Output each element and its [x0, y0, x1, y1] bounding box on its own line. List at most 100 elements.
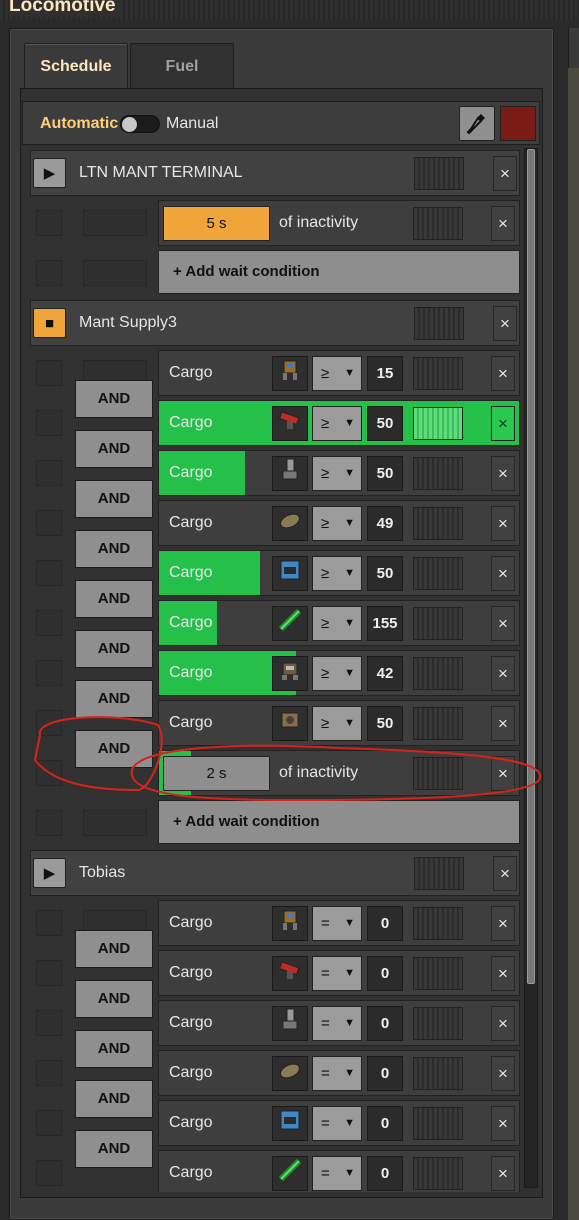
add-wait-condition-button[interactable]: + Add wait condition	[158, 250, 520, 294]
logistic-robot-icon[interactable]	[272, 906, 308, 941]
close-icon[interactable]: ×	[491, 906, 515, 941]
and-button[interactable]: AND	[75, 480, 153, 518]
close-icon[interactable]: ×	[491, 556, 515, 591]
construction-robot-icon[interactable]	[272, 656, 308, 691]
close-icon[interactable]: ×	[491, 456, 515, 491]
and-button[interactable]: AND	[75, 1130, 153, 1168]
cargo-label[interactable]: Cargo	[169, 514, 213, 532]
cargo-label[interactable]: Cargo	[169, 714, 213, 732]
count-value[interactable]: 0	[367, 1156, 403, 1191]
count-value[interactable]: 0	[367, 1106, 403, 1141]
window-titlebar[interactable]: Locomotive	[0, 0, 579, 20]
comparator-dropdown[interactable]: ≥ ▼	[312, 556, 362, 591]
count-value[interactable]: 49	[367, 506, 403, 541]
count-value[interactable]: 155	[367, 606, 403, 641]
scrollbar-thumb[interactable]	[527, 149, 535, 984]
cargo-label[interactable]: Cargo	[169, 464, 213, 482]
time-button[interactable]: 2 s	[163, 756, 270, 791]
comparator-dropdown[interactable]: = ▼	[312, 1106, 362, 1141]
cargo-label[interactable]: Cargo	[169, 614, 213, 632]
count-value[interactable]: 15	[367, 356, 403, 391]
cargo-label[interactable]: Cargo	[169, 364, 213, 382]
cargo-label[interactable]: Cargo	[169, 414, 213, 432]
chest-icon[interactable]	[272, 556, 308, 591]
play-icon[interactable]: ▶	[33, 858, 66, 888]
station-row[interactable]: ▶ Tobias ×	[30, 850, 520, 896]
and-button[interactable]: AND	[75, 630, 153, 668]
pipe-to-ground-icon[interactable]	[272, 456, 308, 491]
comparator-dropdown[interactable]: ≥ ▼	[312, 606, 362, 641]
comparator-dropdown[interactable]: = ▼	[312, 1156, 362, 1191]
close-icon[interactable]: ×	[491, 1006, 515, 1041]
count-value[interactable]: 42	[367, 656, 403, 691]
count-value[interactable]: 0	[367, 956, 403, 991]
and-button[interactable]: AND	[75, 1080, 153, 1118]
color-picker-icon[interactable]	[459, 106, 495, 141]
comparator-dropdown[interactable]: ≥ ▼	[312, 406, 362, 441]
stone-brick-icon[interactable]	[272, 1056, 308, 1091]
comparator-dropdown[interactable]: = ▼	[312, 906, 362, 941]
stone-brick-icon[interactable]	[272, 506, 308, 541]
rail-icon[interactable]	[272, 1156, 308, 1191]
pipe-to-ground-icon[interactable]	[272, 1006, 308, 1041]
count-value[interactable]: 50	[367, 706, 403, 741]
comparator-dropdown[interactable]: ≥ ▼	[312, 706, 362, 741]
time-button[interactable]: 5 s	[163, 206, 270, 241]
comparator-dropdown[interactable]: ≥ ▼	[312, 456, 362, 491]
and-button[interactable]: AND	[75, 980, 153, 1018]
comparator-dropdown[interactable]: ≥ ▼	[312, 656, 362, 691]
rocket-launcher-icon[interactable]	[272, 406, 308, 441]
cargo-label[interactable]: Cargo	[169, 914, 213, 932]
cargo-label[interactable]: Cargo	[169, 1064, 213, 1082]
close-icon[interactable]: ×	[491, 756, 515, 791]
and-button[interactable]: AND	[75, 930, 153, 968]
cargo-label[interactable]: Cargo	[169, 964, 213, 982]
and-button[interactable]: AND	[75, 680, 153, 718]
comparator-dropdown[interactable]: = ▼	[312, 956, 362, 991]
scrollbar[interactable]	[524, 148, 538, 1188]
count-value[interactable]: 50	[367, 406, 403, 441]
and-button[interactable]: AND	[75, 580, 153, 618]
close-icon[interactable]: ×	[493, 306, 517, 341]
close-icon[interactable]: ×	[491, 1106, 515, 1141]
close-icon[interactable]: ×	[491, 1156, 515, 1191]
close-icon[interactable]: ×	[491, 356, 515, 391]
stop-icon[interactable]: ■	[33, 308, 66, 338]
count-value[interactable]: 50	[367, 556, 403, 591]
count-value[interactable]: 50	[367, 456, 403, 491]
count-value[interactable]: 0	[367, 1006, 403, 1041]
cargo-label[interactable]: Cargo	[169, 664, 213, 682]
train-color-swatch[interactable]	[500, 106, 536, 141]
and-button[interactable]: AND	[75, 380, 153, 418]
close-icon[interactable]: ×	[491, 656, 515, 691]
station-row[interactable]: ▶ LTN MANT TERMINAL ×	[30, 150, 520, 196]
close-icon[interactable]: ×	[491, 606, 515, 641]
close-icon[interactable]: ×	[491, 706, 515, 741]
count-value[interactable]: 0	[367, 1056, 403, 1091]
cargo-label[interactable]: Cargo	[169, 1114, 213, 1132]
and-button[interactable]: AND	[75, 730, 153, 768]
chest-icon[interactable]	[272, 1106, 308, 1141]
comparator-dropdown[interactable]: = ▼	[312, 1006, 362, 1041]
rail-icon[interactable]	[272, 606, 308, 641]
tab-fuel[interactable]: Fuel	[130, 43, 234, 88]
and-button[interactable]: AND	[75, 430, 153, 468]
close-icon[interactable]: ×	[491, 406, 515, 441]
close-icon[interactable]: ×	[493, 156, 517, 191]
close-icon[interactable]: ×	[491, 506, 515, 541]
logistic-robot-icon[interactable]	[272, 356, 308, 391]
mode-toggle[interactable]	[120, 115, 160, 133]
comparator-dropdown[interactable]: ≥ ▼	[312, 506, 362, 541]
assembler-icon[interactable]	[272, 706, 308, 741]
close-icon[interactable]: ×	[491, 206, 515, 241]
cargo-label[interactable]: Cargo	[169, 1014, 213, 1032]
and-button[interactable]: AND	[75, 530, 153, 568]
close-icon[interactable]: ×	[491, 956, 515, 991]
close-icon[interactable]: ×	[491, 1056, 515, 1091]
cargo-label[interactable]: Cargo	[169, 564, 213, 582]
play-icon[interactable]: ▶	[33, 158, 66, 188]
and-button[interactable]: AND	[75, 1030, 153, 1068]
cargo-label[interactable]: Cargo	[169, 1164, 213, 1182]
comparator-dropdown[interactable]: = ▼	[312, 1056, 362, 1091]
close-icon[interactable]: ×	[493, 856, 517, 891]
